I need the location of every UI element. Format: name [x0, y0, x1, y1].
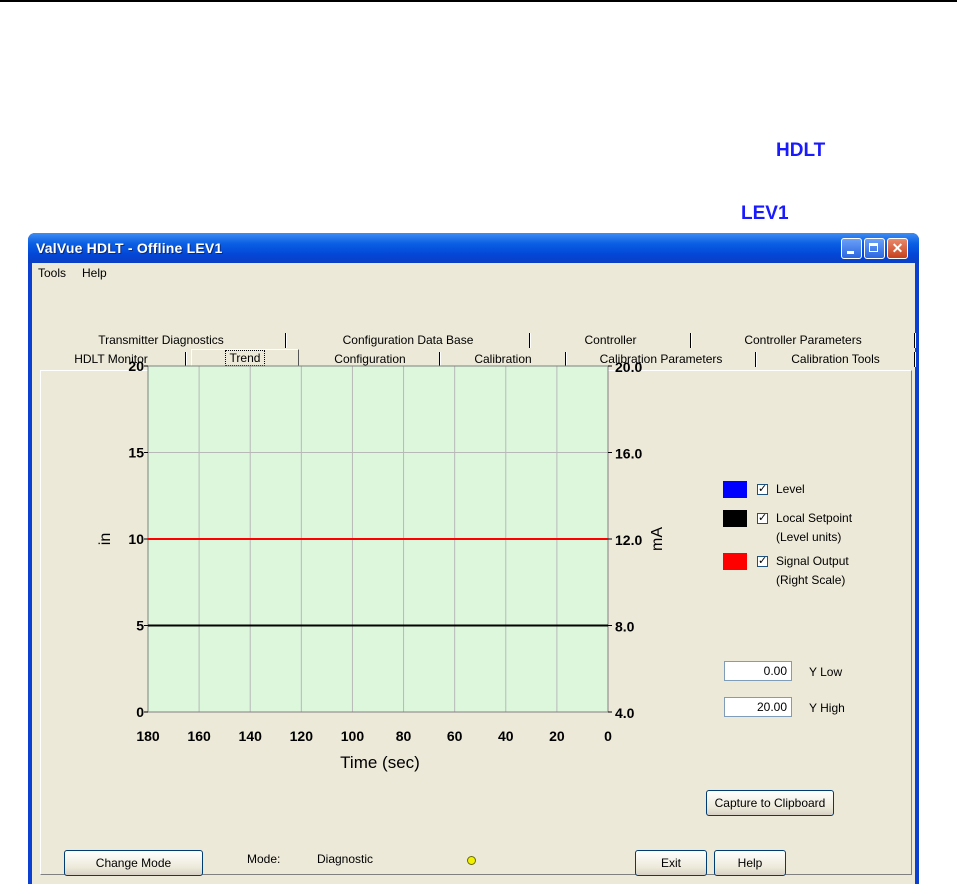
- x-tick-label: 160: [187, 728, 211, 744]
- device-tag-label: LEV1: [741, 203, 789, 224]
- y-high-label: Y High: [809, 701, 845, 715]
- exit-button[interactable]: Exit: [635, 850, 707, 876]
- y2-tick-label: 16.0: [615, 446, 642, 462]
- y2-tick-label: 12.0: [615, 532, 642, 548]
- level-color-swatch: [723, 481, 747, 498]
- x-tick-label: 80: [396, 728, 412, 744]
- x-tick-label: 0: [604, 728, 612, 744]
- x-tick-label: 20: [549, 728, 565, 744]
- y-tick-label: 5: [136, 618, 144, 634]
- mode-label: Mode:: [247, 852, 281, 866]
- status-indicator-icon: [467, 856, 476, 865]
- y-tick-label: 0: [136, 704, 144, 720]
- level-checkbox[interactable]: [757, 482, 768, 495]
- y-tick-label: 15: [128, 445, 144, 461]
- y-high-input[interactable]: 20.00: [724, 697, 792, 717]
- x-tick-label: 60: [447, 728, 463, 744]
- y-low-input[interactable]: 0.00: [724, 661, 792, 681]
- x-tick-label: 100: [341, 728, 365, 744]
- signal-checkbox[interactable]: [757, 554, 768, 567]
- capture-to-clipboard-button[interactable]: Capture to Clipboard: [706, 790, 834, 816]
- y2-tick-label: 4.0: [615, 705, 635, 721]
- y-axis-title: in: [97, 533, 114, 545]
- change-mode-button[interactable]: Change Mode: [64, 850, 203, 876]
- x-tick-label: 180: [136, 728, 160, 744]
- y2-tick-label: 20.0: [615, 359, 642, 375]
- trend-chart: 0 5 10 15 20 4.0 8.0 12.0 16.0 20.0 180 160 140 120 10…: [97, 358, 666, 772]
- x-tick-label: 120: [290, 728, 314, 744]
- y2-axis-title: mA: [649, 527, 666, 551]
- setpoint-checkbox[interactable]: [757, 511, 768, 524]
- x-tick-label: 140: [239, 728, 263, 744]
- y-low-label: Y Low: [809, 665, 843, 679]
- level-legend-label: Level: [776, 482, 805, 496]
- help-button[interactable]: Help: [714, 850, 786, 876]
- y2-tick-label: 8.0: [615, 619, 635, 635]
- signal-color-swatch: [723, 553, 747, 570]
- signal-legend-sublabel: (Right Scale): [776, 573, 846, 587]
- device-type-label: HDLT: [776, 140, 826, 161]
- x-tick-label: 40: [498, 728, 514, 744]
- setpoint-legend-sublabel: (Level units): [776, 530, 842, 544]
- x-axis-title: Time (sec): [340, 753, 420, 772]
- signal-legend-label: Signal Output: [776, 554, 849, 568]
- y-tick-label: 10: [128, 531, 144, 547]
- y-tick-label: 20: [128, 358, 144, 374]
- mode-value: Diagnostic: [317, 852, 374, 866]
- setpoint-color-swatch: [723, 510, 747, 527]
- setpoint-legend-label: Local Setpoint: [776, 511, 853, 525]
